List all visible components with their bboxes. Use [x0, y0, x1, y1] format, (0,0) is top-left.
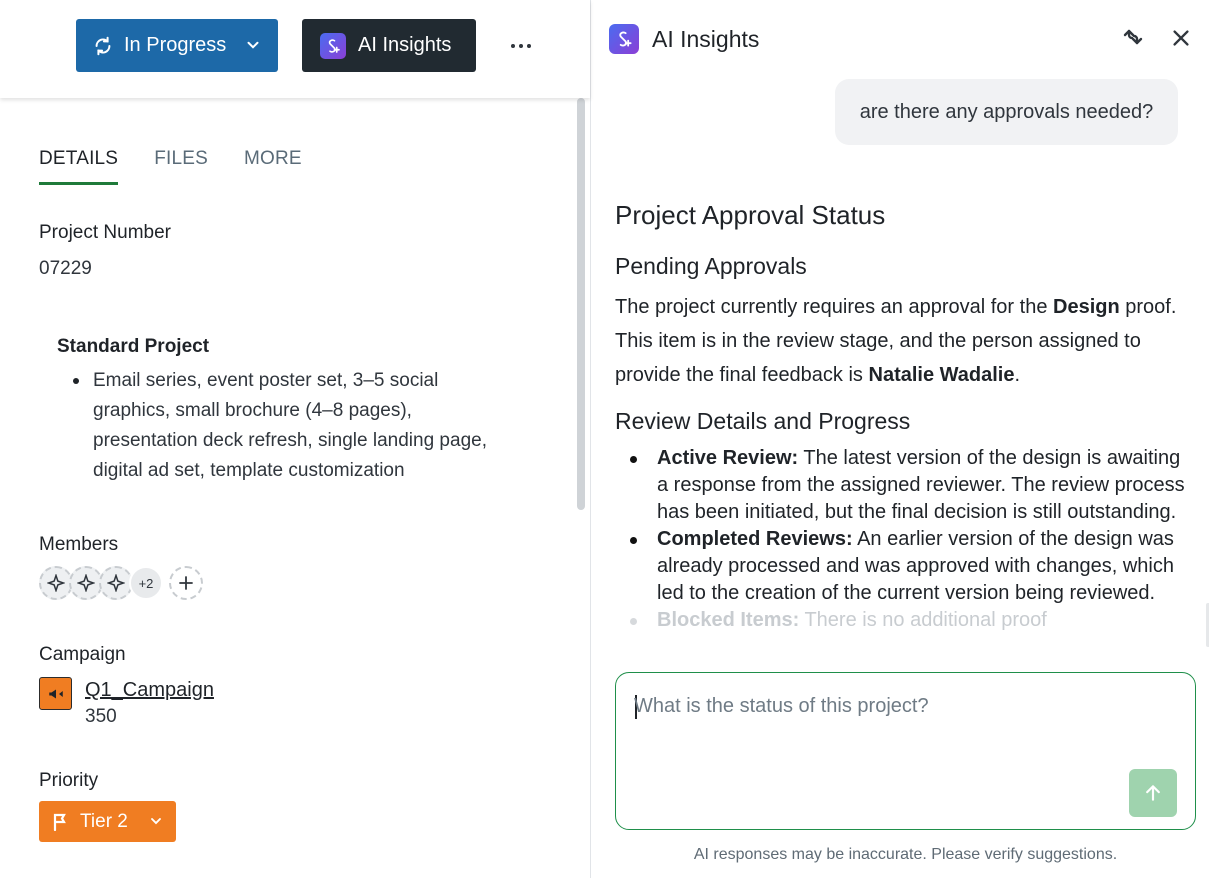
megaphone-icon [39, 677, 72, 710]
add-member-button[interactable] [169, 566, 203, 600]
action-toolbar: In Progress AI Insights [0, 0, 590, 98]
ai-response: Project Approval Status Pending Approval… [615, 200, 1185, 666]
project-number-label: Project Number [39, 222, 171, 243]
members-list: +2 [39, 566, 203, 600]
sparkle-icon [47, 574, 65, 592]
ai-insights-label: AI Insights [358, 34, 452, 56]
tab-files[interactable]: FILES [154, 148, 208, 185]
more-options-button[interactable] [505, 34, 537, 58]
project-type: Standard Project [57, 336, 210, 357]
project-scope-item: Email series, event poster set, 3–5 soci… [73, 366, 513, 486]
chat-input-box[interactable] [615, 672, 1196, 830]
swap-icon[interactable] [1121, 27, 1145, 47]
chevron-down-icon [151, 818, 161, 825]
send-button[interactable] [1129, 769, 1177, 817]
details-scrollbar[interactable] [575, 98, 587, 510]
avatar[interactable] [69, 566, 103, 600]
project-scope-list: Email series, event poster set, 3–5 soci… [73, 366, 513, 486]
section-heading: Review Details and Progress [615, 408, 911, 434]
priority-dropdown-button[interactable]: Tier 2 [39, 801, 176, 842]
ai-logo-icon [609, 24, 639, 54]
list-item: Completed Reviews: An earlier version of… [630, 526, 1185, 607]
project-number-value: 07229 [39, 258, 92, 279]
details-tabs: DETAILS FILES MORE [39, 148, 302, 185]
status-dropdown-button[interactable]: In Progress [76, 19, 278, 72]
scroll-thumb[interactable] [577, 98, 585, 510]
close-icon[interactable] [1170, 27, 1192, 49]
campaign-label: Campaign [39, 644, 126, 665]
ai-logo-icon [320, 32, 346, 59]
tab-more[interactable]: MORE [244, 148, 302, 185]
panel-header: AI Insights [609, 24, 759, 54]
scroll-fade [615, 640, 1185, 666]
answer-title: Project Approval Status [615, 200, 886, 230]
campaign-number: 350 [85, 706, 117, 727]
user-message-text: are there any approvals needed? [859, 100, 1154, 123]
avatar[interactable] [99, 566, 133, 600]
sync-icon [95, 36, 111, 55]
chat-input[interactable] [634, 691, 1174, 721]
tab-details[interactable]: DETAILS [39, 148, 119, 185]
project-details-pane: In Progress AI Insights DETAILS FILES MO… [0, 0, 590, 878]
status-label: In Progress [124, 34, 227, 56]
priority-label: Priority [39, 770, 99, 791]
plus-icon [179, 576, 193, 590]
sparkle-icon [77, 574, 95, 592]
review-details-list: Active Review: The latest version of the… [630, 445, 1185, 634]
arrow-up-icon [1146, 785, 1160, 801]
panel-title: AI Insights [652, 25, 760, 52]
more-icon [511, 44, 515, 48]
list-item: Blocked Items: There is no additional pr… [630, 607, 1185, 634]
list-item: Active Review: The latest version of the… [630, 445, 1185, 526]
ai-insights-button[interactable]: AI Insights [302, 19, 476, 72]
chevron-down-icon [247, 41, 259, 49]
section-paragraph: The project currently requires an approv… [615, 296, 1177, 386]
members-label: Members [39, 534, 119, 555]
priority-value: Tier 2 [80, 810, 128, 832]
user-message-bubble: are there any approvals needed? [835, 79, 1178, 145]
ai-insights-panel: AI Insights are there any approvals need… [591, 0, 1209, 878]
section-heading: Pending Approvals [615, 253, 807, 279]
flag-icon [53, 813, 66, 831]
campaign-link[interactable]: Q1_Campaign [85, 679, 214, 702]
sparkle-icon [107, 574, 125, 592]
ai-disclaimer: AI responses may be inaccurate. Please v… [693, 846, 1118, 863]
avatar[interactable] [39, 566, 73, 600]
members-overflow-count[interactable]: +2 [129, 566, 163, 600]
